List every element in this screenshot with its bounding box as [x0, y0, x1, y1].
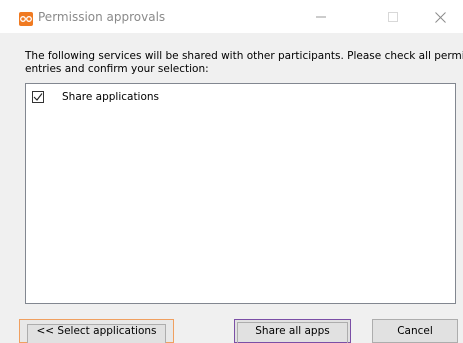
- share-all-apps-label: Share all apps: [255, 325, 330, 337]
- app-logo-icon: [19, 12, 33, 26]
- minimize-icon: [316, 16, 326, 18]
- title-bar[interactable]: Permission approvals: [0, 0, 463, 33]
- share-all-apps-button[interactable]: Share all apps: [234, 319, 351, 343]
- select-applications-button[interactable]: << Select applications: [19, 319, 174, 343]
- instructions-text: The following services will be shared wi…: [25, 50, 463, 76]
- instructions-line-1: The following services will be shared wi…: [25, 50, 463, 62]
- cancel-button[interactable]: Cancel: [372, 319, 458, 343]
- close-button[interactable]: [425, 6, 455, 28]
- share-applications-checkbox[interactable]: [32, 91, 44, 103]
- maximize-button[interactable]: [378, 6, 408, 28]
- minimize-button[interactable]: [306, 6, 336, 28]
- permission-approvals-dialog: Permission approvals The following servi…: [0, 0, 463, 343]
- instructions-line-2: entries and confirm your selection:: [25, 63, 209, 75]
- select-applications-label: << Select applications: [36, 325, 157, 337]
- window-title: Permission approvals: [38, 10, 166, 24]
- cancel-label: Cancel: [397, 325, 433, 337]
- service-label: Share applications: [62, 91, 160, 103]
- checkmark-icon: [33, 93, 43, 101]
- services-list[interactable]: Share applications: [25, 83, 456, 304]
- maximize-icon: [388, 12, 398, 22]
- list-item-share-applications[interactable]: Share applications: [32, 89, 159, 105]
- close-icon: [434, 11, 446, 23]
